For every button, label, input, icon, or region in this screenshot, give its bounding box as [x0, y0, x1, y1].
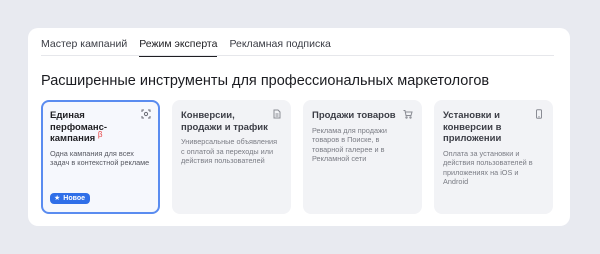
new-badge: ★ Новое: [50, 193, 90, 204]
card-description: Универсальные объявления с оплатой за пе…: [181, 137, 278, 165]
mode-tabs: Мастер кампаний Режим эксперта Рекламная…: [41, 36, 331, 57]
card-conversions-traffic[interactable]: Конверсии, продажи и трафик Универсальны…: [172, 100, 291, 214]
document-icon: [272, 109, 282, 119]
tabs-divider: [41, 55, 554, 56]
star-icon: ★: [54, 195, 61, 202]
target-scan-icon: [141, 109, 151, 119]
card-description: Оплата за установки и действия пользоват…: [443, 148, 533, 187]
card-unified-performance[interactable]: Единая перфоманс-кампания β Одна кампани…: [41, 100, 160, 214]
card-description: Одна кампания для всех задач в контекстн…: [50, 148, 150, 168]
tab-expert-mode[interactable]: Режим эксперта: [139, 36, 218, 57]
card-title: Единая перфоманс-кампания β: [50, 110, 108, 144]
page-title: Расширенные инструменты для профессионал…: [41, 73, 490, 89]
beta-label: β: [97, 129, 103, 139]
card-product-sales[interactable]: Продажи товаров Реклама для продажи това…: [303, 100, 422, 214]
cart-icon: [403, 109, 413, 119]
card-app-installs[interactable]: Установки и конверсии в приложении Оплат…: [434, 100, 553, 214]
phone-icon: [534, 109, 544, 119]
card-title: Продажи товаров: [312, 110, 396, 121]
card-title: Установки и конверсии в приложении: [443, 110, 502, 144]
tab-ad-subscription[interactable]: Рекламная подписка: [229, 36, 330, 57]
campaign-cards: Единая перфоманс-кампания β Одна кампани…: [41, 100, 553, 214]
tab-campaign-master[interactable]: Мастер кампаний: [41, 36, 127, 57]
card-description: Реклама для продажи товаров в Поиске, в …: [312, 125, 387, 164]
campaign-type-panel: Мастер кампаний Режим эксперта Рекламная…: [28, 28, 570, 226]
card-title: Конверсии, продажи и трафик: [181, 110, 268, 133]
